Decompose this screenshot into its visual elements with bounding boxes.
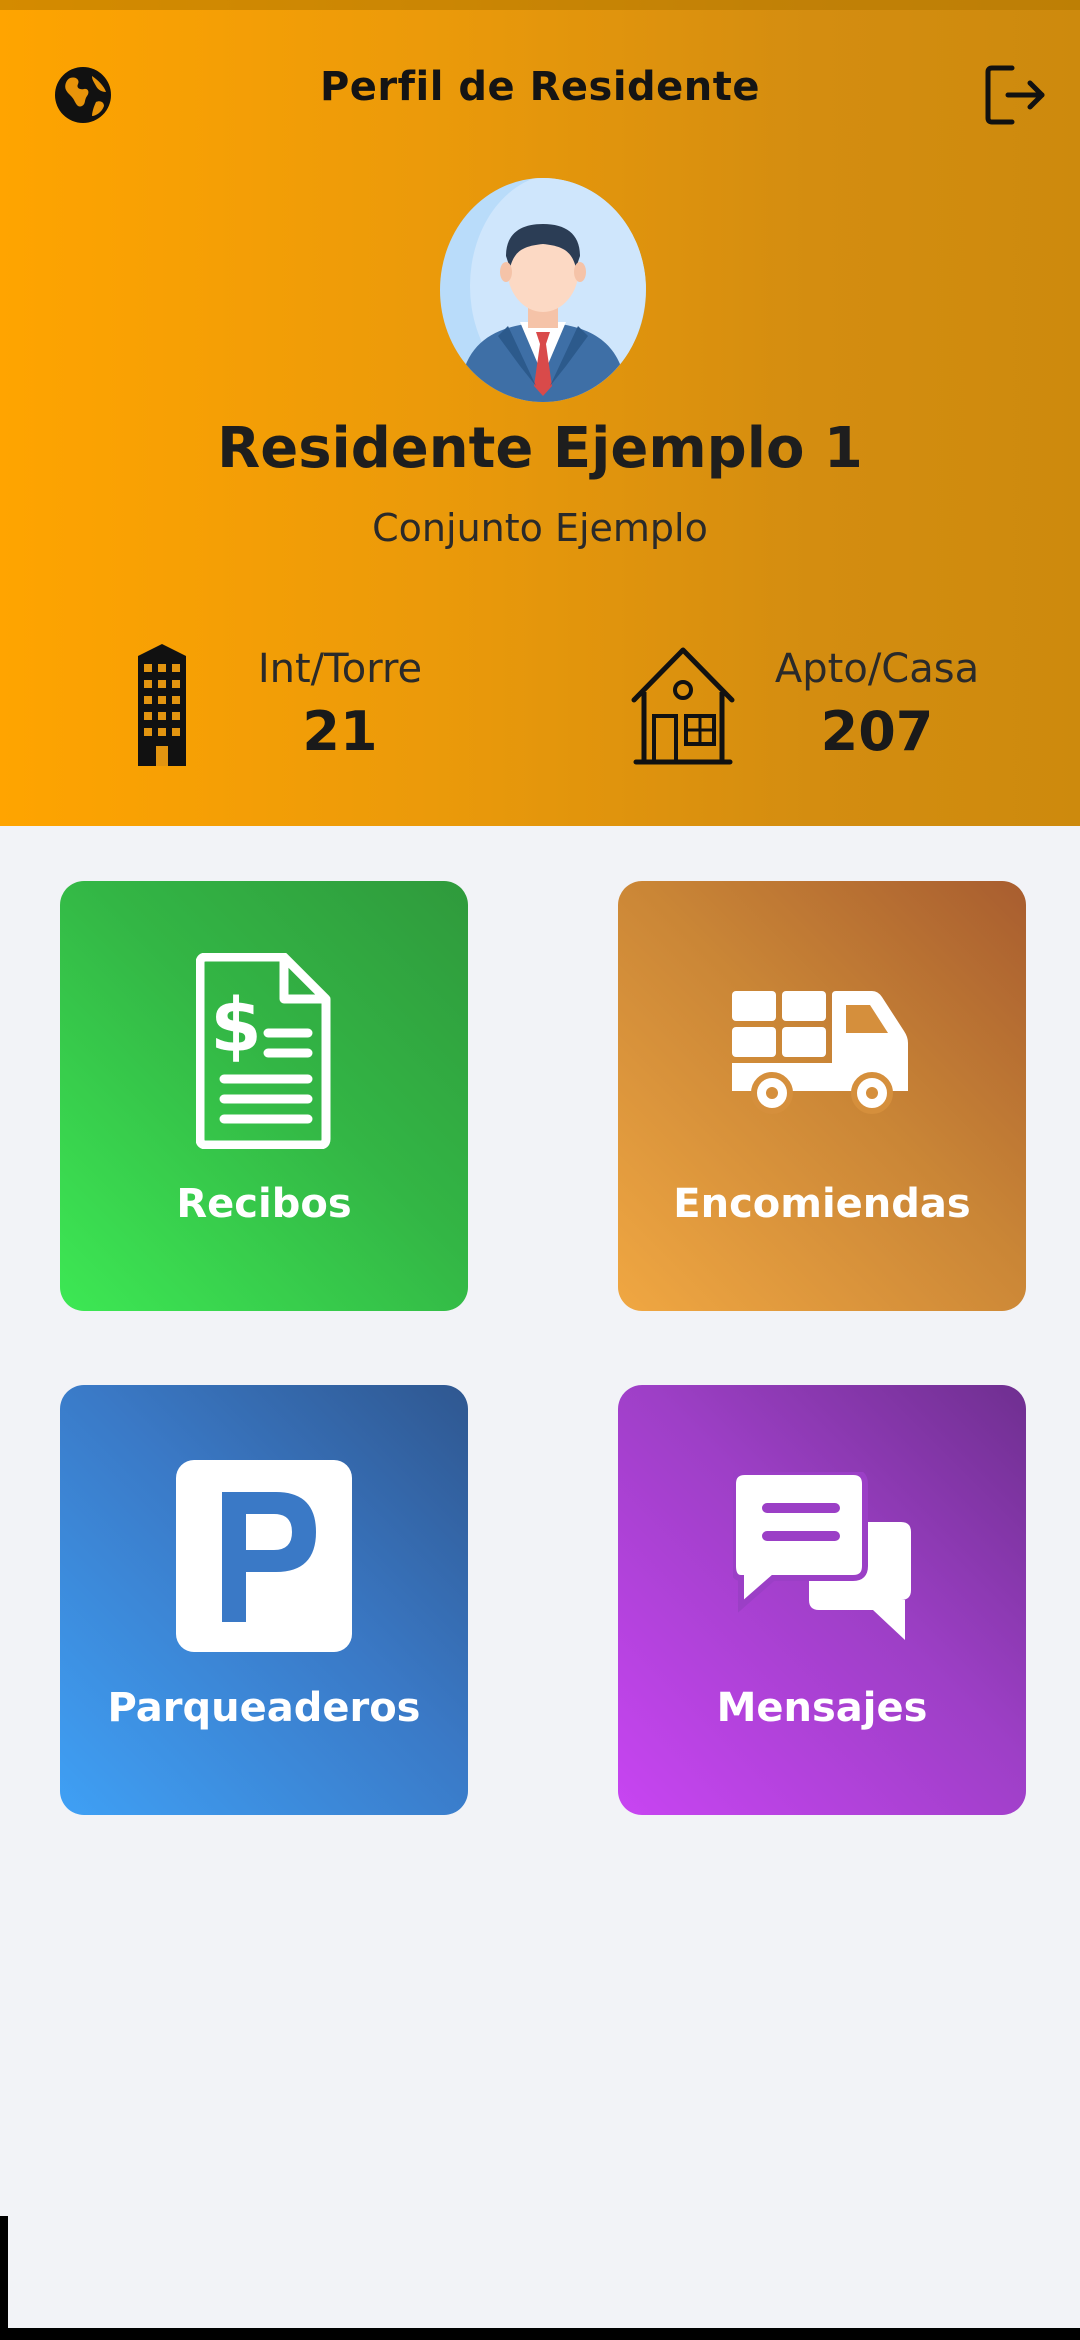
chat-bubbles-icon (733, 1472, 911, 1640)
apartment-label: Apto/Casa (774, 646, 980, 692)
delivery-truck-icon (732, 991, 908, 1114)
tile-label-recibos: Recibos (176, 1181, 352, 1227)
avatar (440, 178, 646, 402)
house-icon (631, 647, 735, 765)
tile-recibos[interactable]: $ Recibos (60, 881, 468, 1311)
receipt-dollar-icon: $ (196, 953, 331, 1149)
tile-parqueaderos[interactable]: Parqueaderos (60, 1385, 468, 1815)
apartment-value: 207 (820, 700, 934, 763)
building-icon (138, 644, 186, 766)
page-title: Perfil de Residente (319, 64, 761, 110)
tile-label-encomiendas: Encomiendas (673, 1181, 971, 1227)
parking-icon (176, 1460, 352, 1652)
tile-mensajes[interactable]: Mensajes (618, 1385, 1026, 1815)
svg-text:$: $ (210, 983, 262, 1069)
profile-header: Perfil de Residente Residente Ejemplo 1 … (0, 0, 1080, 826)
complex-name: Conjunto Ejemplo (372, 506, 708, 550)
header-top-edge (0, 0, 1080, 10)
resident-name: Residente Ejemplo 1 (217, 416, 863, 481)
tile-encomiendas[interactable]: Encomiendas (618, 881, 1026, 1311)
tower-value: 21 (302, 700, 378, 763)
screen-edge-bottom (0, 2328, 1080, 2340)
tile-label-mensajes: Mensajes (716, 1685, 928, 1731)
tile-label-parqueaderos: Parqueaderos (107, 1685, 421, 1731)
logout-icon[interactable] (982, 62, 1048, 128)
tower-label: Int/Torre (257, 646, 423, 692)
screen-edge-left (0, 2216, 8, 2340)
